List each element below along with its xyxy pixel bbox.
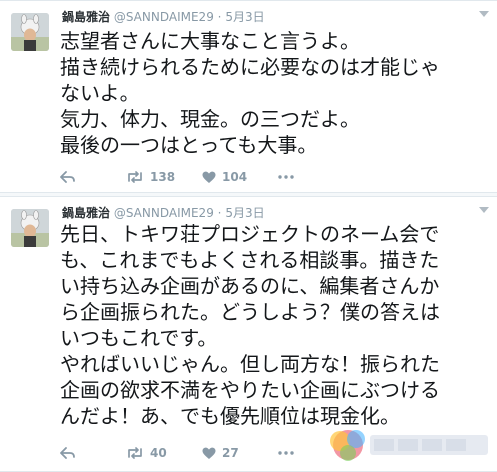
avatar-image bbox=[11, 13, 49, 51]
heart-icon bbox=[202, 171, 216, 183]
tweet-card: 鍋島雅治 @SANNDAIME29 · 5月3日 志望者さんに大事なこと言うよ。… bbox=[0, 0, 497, 193]
more-icon bbox=[278, 451, 294, 455]
separator: · bbox=[217, 206, 222, 220]
more-icon bbox=[278, 175, 294, 179]
reply-button[interactable] bbox=[60, 170, 126, 184]
like-button[interactable]: 104 bbox=[202, 170, 278, 184]
tweet-text-line: 企画の欲求不満をやりたい企画にぶつける bbox=[60, 378, 440, 402]
tweet-text-line: ないよ。 bbox=[60, 81, 140, 105]
tweet-text-line: 最後の一つはとっても大事。 bbox=[60, 133, 318, 157]
chevron-down-icon[interactable] bbox=[479, 11, 489, 17]
user-handle[interactable]: @SANNDAIME29 bbox=[114, 10, 214, 24]
tweet-header: 鍋島雅治 @SANNDAIME29 · 5月3日 bbox=[62, 8, 265, 25]
avatar[interactable] bbox=[11, 13, 49, 51]
like-count: 27 bbox=[222, 446, 239, 460]
retweet-count: 138 bbox=[150, 170, 176, 184]
retweet-icon bbox=[128, 447, 142, 459]
like-count: 104 bbox=[222, 170, 248, 184]
reply-icon bbox=[60, 171, 75, 183]
tweet-text-line: 先日、トキワ荘プロジェクトのネーム会で bbox=[60, 222, 440, 246]
chevron-down-icon[interactable] bbox=[479, 207, 489, 213]
reply-button[interactable] bbox=[60, 446, 126, 460]
tweet-text-line: い持ち込み企画があるのに、編集者さんか bbox=[60, 274, 440, 298]
retweet-button[interactable]: 138 bbox=[126, 170, 202, 184]
tweet-text: 志望者さんに大事なこと言うよ。 描き続けられるために必要なのは才能じゃ ないよ。… bbox=[60, 28, 440, 158]
tweet-text-line: 志望者さんに大事なこと言うよ。 bbox=[60, 29, 360, 53]
tweet-text-line: 描き続けられるために必要なのは才能じゃ bbox=[60, 55, 440, 79]
retweet-button[interactable]: 40 bbox=[126, 446, 202, 460]
tweet-text: 先日、トキワ荘プロジェクトのネーム会で も、これまでもよくされる相談事。描きた … bbox=[60, 221, 440, 429]
user-handle[interactable]: @SANNDAIME29 bbox=[114, 206, 214, 220]
user-name[interactable]: 鍋島雅治 bbox=[62, 206, 110, 220]
retweet-icon bbox=[128, 171, 142, 183]
tweet-date[interactable]: 5月3日 bbox=[225, 206, 264, 220]
tweet-text-line: も、これまでもよくされる相談事。描きた bbox=[60, 248, 440, 272]
more-button[interactable] bbox=[278, 451, 294, 455]
tweet-text-line: いつもこれです。 bbox=[60, 326, 218, 350]
tweet-text-line: 気力、体力、現金。の三つだよ。 bbox=[60, 107, 360, 131]
tweet-date[interactable]: 5月3日 bbox=[225, 10, 264, 24]
avatar[interactable] bbox=[11, 209, 49, 247]
tweet-text-line: ら企画振られた。どうしよう？僕の答えは bbox=[60, 300, 440, 324]
separator: · bbox=[217, 10, 222, 24]
retweet-count: 40 bbox=[150, 446, 167, 460]
tweet-text-line: やればいいじゃん。但し両方な！振られた bbox=[60, 352, 440, 376]
tweet-text-line: んだよ！あ、でも優先順位は現金化。 bbox=[60, 404, 400, 428]
tweet-card: 鍋島雅治 @SANNDAIME29 · 5月3日 先日、トキワ荘プロジェクトのネ… bbox=[0, 196, 497, 472]
tweet-header: 鍋島雅治 @SANNDAIME29 · 5月3日 bbox=[62, 204, 265, 221]
avatar-image bbox=[11, 209, 49, 247]
tweet-actions: 138 104 bbox=[60, 167, 294, 187]
more-button[interactable] bbox=[278, 175, 294, 179]
tweet-actions: 40 27 bbox=[60, 443, 294, 463]
user-name[interactable]: 鍋島雅治 bbox=[62, 10, 110, 24]
reply-icon bbox=[60, 447, 75, 459]
like-button[interactable]: 27 bbox=[202, 446, 278, 460]
heart-icon bbox=[202, 447, 216, 459]
